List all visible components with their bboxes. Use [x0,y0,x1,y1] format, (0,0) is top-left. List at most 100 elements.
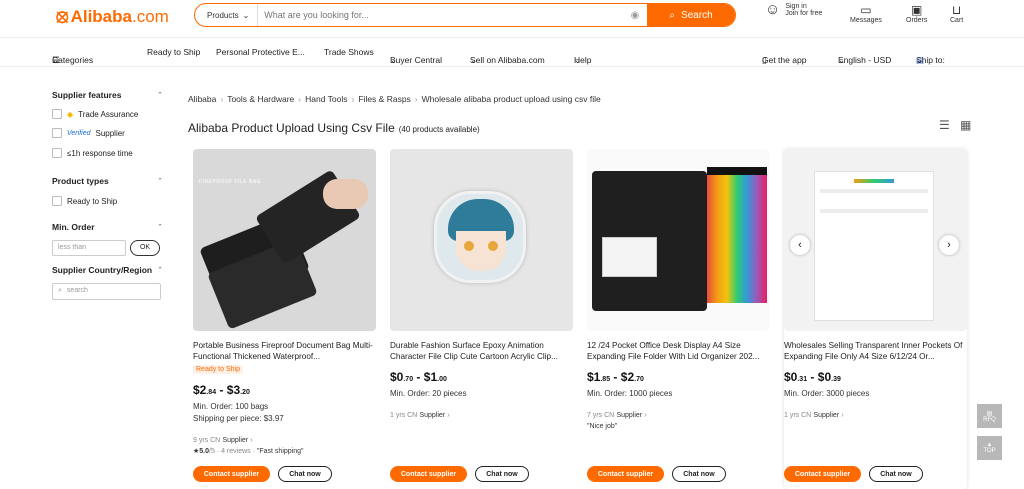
price-max-cents: .70 [634,376,644,383]
chat-now-button[interactable]: Chat now [672,466,726,482]
product-price: $0.70 - $1.00 [390,370,447,384]
nav-item-ready-to-ship[interactable]: Ready to Ship [147,47,200,57]
join-label: Join for free [785,10,823,17]
supplier-info[interactable]: 7 yrs CN Supplier › [587,410,647,419]
cart-link[interactable]: ⊔ Cart [950,3,963,24]
chevron-left-icon: ‹ [798,239,802,251]
product-image[interactable]: FIREPROOF FILE BAG [193,149,376,331]
product-card[interactable]: FIREPROOF FILE BAG Portable Business Fir… [193,149,376,489]
product-title[interactable]: 12 /24 Pocket Office Desk Display A4 Siz… [587,340,770,362]
back-to-top-button[interactable]: ▲ TOP [977,436,1002,460]
min-order: Min. Order: 100 bags [193,402,269,411]
alibaba-logo[interactable]: ⦻ Alibaba .com [56,6,169,28]
filter-verified-supplier[interactable]: Verified Supplier [52,128,125,138]
search-button[interactable]: ⌕ Search [647,4,735,26]
supplier-country-heading: Supplier Country/Region [52,265,153,275]
supplier-years: 1 yrs CN [390,412,418,419]
filter-ready-to-ship[interactable]: Ready to Ship [52,196,117,206]
checkbox[interactable] [52,128,62,138]
search-bar: Products⌄ ◉ ⌕ Search [194,3,736,27]
min-order-input[interactable]: less than [52,240,126,256]
breadcrumb-item[interactable]: Tools & Hardware [227,94,294,104]
supplier-link[interactable]: Supplier [813,412,839,419]
ready-to-ship-badge: Ready to Ship [193,365,243,374]
product-title[interactable]: Durable Fashion Surface Epoxy Animation … [390,340,573,362]
price-separator: - $ [807,370,825,384]
message-icon: ▭ [860,3,872,17]
search-input[interactable] [258,10,623,20]
orders-link[interactable]: ▣ Orders [906,3,927,24]
filter-trade-assurance[interactable]: ◆ Trade Assurance [52,109,138,119]
chevron-up-icon[interactable]: ⌃ [157,177,163,185]
breadcrumb-item[interactable]: Hand Tools [305,94,347,104]
country-search-input[interactable]: ⌕ search [52,283,161,300]
product-image[interactable] [390,149,573,331]
product-image[interactable]: ‹ › [784,149,967,331]
sell-label: Sell on Alibaba.com [470,55,545,65]
chat-now-button[interactable]: Chat now [278,466,332,482]
supplier-info[interactable]: 1 yrs CN Supplier › [784,410,844,419]
contact-supplier-button[interactable]: Contact supplier [390,466,467,482]
checkbox[interactable] [52,196,62,206]
image-caption: FIREPROOF FILE BAG [199,179,262,185]
chevron-up-icon[interactable]: ⌃ [157,266,163,274]
chevron-up-icon[interactable]: ⌃ [157,91,163,99]
orders-icon: ▣ [911,3,923,17]
chat-now-button[interactable]: Chat now [475,466,529,482]
min-order: Min. Order: 20 pieces [390,389,467,398]
breadcrumb-item[interactable]: Files & Rasps [358,94,410,104]
chevron-up-icon[interactable]: ⌃ [157,223,163,231]
price-min: $0 [390,370,404,384]
supplier-info[interactable]: 9 yrs CN Supplier › [193,435,253,444]
list-view-icon[interactable]: ☰ [939,118,950,132]
supplier-link[interactable]: Supplier [616,412,642,419]
alibaba-logo-icon: ⦻ [56,6,69,27]
nav-item-ppe[interactable]: Personal Protective E... [216,47,305,57]
filter-response-time[interactable]: ≤1h response time [52,148,133,158]
top-header: ⦻ Alibaba.com Products⌄ ◉ ⌕ Search ☺ Sign… [0,0,1024,38]
contact-supplier-button[interactable]: Contact supplier [784,466,861,482]
product-title[interactable]: Portable Business Fireproof Document Bag… [193,340,376,362]
carousel-next-button[interactable]: › [939,235,959,255]
chevron-down-icon: ⌄ [838,55,846,65]
chat-now-button[interactable]: Chat now [869,466,923,482]
min-order: Min. Order: 1000 pieces [587,389,673,398]
nav-item-trade-shows[interactable]: Trade Shows [324,47,374,57]
supplier-info[interactable]: 1 yrs CN Supplier › [390,410,450,419]
ready-to-ship-label: Ready to Ship [67,196,118,206]
price-min: $0 [784,370,798,384]
checkbox[interactable] [52,148,62,158]
price-max-cents: .20 [240,389,250,396]
min-order: Min. Order: 3000 pieces [784,389,870,398]
min-order-heading: Min. Order [52,222,95,232]
chevron-right-icon: › [947,239,951,251]
price-min-cents: .31 [797,376,808,383]
chevron-down-icon: ⌄ [242,10,250,20]
checkbox[interactable] [52,109,62,119]
rfq-float-button[interactable]: ▤ RFQ [977,404,1002,428]
contact-supplier-button[interactable]: Contact supplier [587,466,664,482]
min-order-ok-button[interactable]: OK [130,240,160,256]
product-card[interactable]: ‹ › Wholesales Selling Transparent Inner… [784,149,967,489]
search-category-select[interactable]: Products ⌄ [195,4,259,26]
product-title[interactable]: Wholesales Selling Transparent Inner Poc… [784,340,967,362]
chevron-down-icon: ⌄ [52,55,60,65]
rating-value: 5.0 [199,448,210,455]
signin-link[interactable]: ☺ Sign in Join for free [765,2,823,17]
product-card[interactable]: 12 /24 Pocket Office Desk Display A4 Siz… [587,149,770,489]
product-image[interactable] [587,149,770,331]
carousel-prev-button[interactable]: ‹ [790,235,810,255]
product-price: $2.84 - $3.20 [193,383,250,397]
breadcrumb-item[interactable]: Alibaba [188,94,216,104]
product-card[interactable]: Durable Fashion Surface Epoxy Animation … [390,149,573,489]
grid-view-icon[interactable]: ▦ [960,118,971,132]
contact-supplier-button[interactable]: Contact supplier [193,466,270,482]
messages-label: Messages [850,17,882,24]
rfq-icon: ▤ [986,410,993,417]
messages-link[interactable]: ▭ Messages [850,3,882,24]
supplier-link[interactable]: Supplier [419,412,445,419]
price-max-cents: .00 [437,376,447,383]
supplier-years: 7 yrs CN [587,412,615,419]
camera-icon[interactable]: ◉ [623,10,647,21]
supplier-link[interactable]: Supplier [222,437,248,444]
